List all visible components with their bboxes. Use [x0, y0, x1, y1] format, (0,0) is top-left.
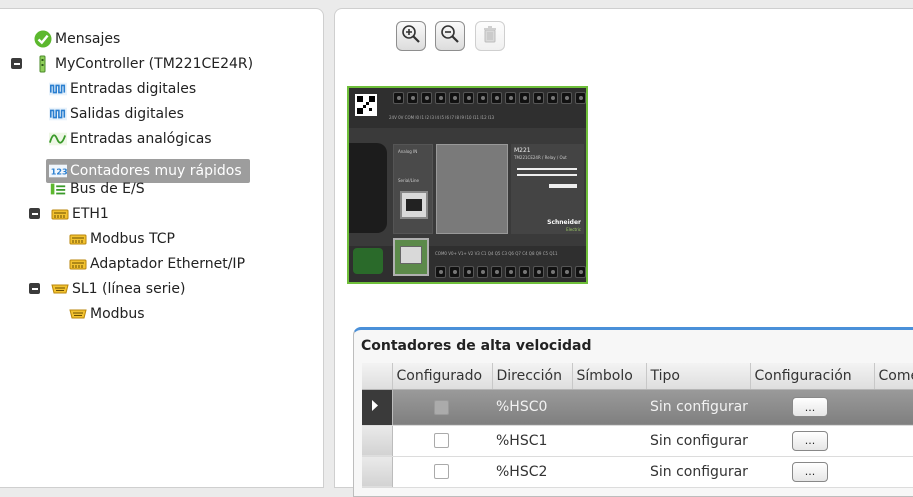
tree-item-label: Mensajes [55, 31, 121, 47]
tree-item-label: Salidas digitales [70, 106, 184, 122]
tree-item-label: ETH1 [72, 206, 109, 222]
serial-line-label: Serial/Line [398, 178, 420, 183]
ethernet-port-icon [69, 230, 87, 248]
comment-cell[interactable] [874, 389, 913, 426]
column-header-configuration[interactable]: Configuración [750, 363, 875, 390]
tree-item-digital-outputs[interactable]: Salidas digitales [49, 102, 184, 126]
configure-button[interactable]: ... [792, 461, 828, 482]
configure-button[interactable]: ... [792, 430, 828, 451]
column-header-symbol[interactable]: Símbolo [572, 363, 647, 390]
digital-output-icon [49, 105, 67, 123]
tree-item-digital-inputs[interactable]: Entradas digitales [49, 77, 196, 101]
tree-item-label: Bus de E/S [70, 181, 145, 197]
tree-item-controller[interactable]: MyController (TM221CE24R) [34, 52, 253, 76]
tree-item-label: Modbus TCP [90, 231, 175, 247]
table-row[interactable]: %HSC1 Sin configurar ... [362, 425, 913, 457]
column-header-comment[interactable]: Come [874, 363, 913, 390]
tree-item-label: MyController (TM221CE24R) [55, 56, 254, 72]
tree-item-label: SL1 (línea serie) [72, 281, 186, 297]
io-bus-icon [49, 180, 67, 198]
device-tree-panel: Mensajes MyController (TM221CE24R) Entra… [0, 8, 324, 488]
column-header-type[interactable]: Tipo [646, 363, 751, 390]
row-marker[interactable] [362, 425, 393, 457]
ethernet-port-icon [51, 205, 69, 223]
comment-cell[interactable] [874, 456, 913, 488]
tree-item-mensajes[interactable]: Mensajes [34, 27, 120, 51]
top-terminal-labels: 24V 0V COM I0 I1 I2 I3 I4 I5 I6 I7 I8 I9… [389, 115, 495, 120]
analog-input-icon [49, 130, 67, 148]
ethernet-port-icon [69, 255, 87, 273]
zoom-in-icon [401, 24, 421, 48]
symbol-cell[interactable] [572, 425, 646, 457]
tree-item-label: Entradas digitales [70, 81, 197, 97]
tree-item-io-bus[interactable]: Bus de E/S [49, 177, 145, 201]
row-marker[interactable] [362, 389, 393, 426]
main-panel: 24V 0V COM I0 I1 I2 I3 I4 I5 I6 I7 I8 I9… [334, 8, 913, 497]
analog-in-label: Analog IN [398, 149, 418, 154]
configure-button[interactable]: ... [792, 397, 828, 417]
zoom-out-icon [440, 24, 460, 48]
address-cell: %HSC1 [492, 425, 572, 457]
plc-device-image[interactable]: 24V 0V COM I0 I1 I2 I3 I4 I5 I6 I7 I8 I9… [347, 86, 588, 284]
serial-port-icon [51, 280, 69, 298]
side-module-icon [353, 248, 383, 274]
ethernet-jack-icon [393, 238, 429, 276]
zoom-in-button[interactable] [396, 21, 426, 51]
qr-code-icon [355, 94, 377, 116]
table-header-row: Configurado Dirección Símbolo Tipo Confi… [362, 363, 913, 390]
digital-input-icon [49, 80, 67, 98]
trash-icon [481, 25, 499, 47]
tree-item-sl1[interactable]: SL1 (línea serie) [51, 277, 185, 301]
column-header-address[interactable]: Dirección [492, 363, 573, 390]
configured-checkbox[interactable] [433, 464, 449, 479]
collapse-toggle-icon[interactable] [11, 58, 22, 69]
comment-cell[interactable] [874, 425, 913, 457]
symbol-cell[interactable] [572, 456, 646, 488]
checkmark-icon [34, 30, 52, 48]
side-connector [349, 143, 387, 233]
tree-item-modbus-tcp[interactable]: Modbus TCP [69, 227, 175, 251]
configured-checkbox[interactable] [433, 399, 449, 415]
type-cell: Sin configurar [646, 456, 750, 488]
rj45-serial-port-icon [400, 191, 428, 219]
delete-button[interactable] [475, 21, 505, 51]
plc-model-label: M221 [514, 147, 531, 154]
symbol-cell[interactable] [572, 389, 646, 426]
tree-item-modbus[interactable]: Modbus [69, 302, 145, 326]
hsc-table: Configurado Dirección Símbolo Tipo Confi… [362, 363, 913, 488]
top-terminal-block [393, 92, 586, 106]
expansion-slot-cover [436, 144, 508, 234]
column-header-configured[interactable]: Configurado [392, 363, 493, 390]
zoom-out-button[interactable] [435, 21, 465, 51]
collapse-toggle-icon[interactable] [29, 208, 40, 219]
tree-item-analog-inputs[interactable]: Entradas analógicas [49, 127, 212, 151]
bottom-terminal-block [435, 266, 586, 280]
tree-item-ethernet-ip-adapter[interactable]: Adaptador Ethernet/IP [69, 252, 245, 276]
table-row[interactable]: %HSC0 Sin configurar ... [362, 389, 913, 426]
brand-sub-label: Electric [566, 227, 581, 232]
type-cell: Sin configurar [646, 389, 750, 426]
address-cell: %HSC0 [492, 389, 572, 426]
address-cell: %HSC2 [492, 456, 572, 488]
row-marker-header [362, 363, 393, 390]
tree-item-label: Adaptador Ethernet/IP [90, 256, 246, 272]
serial-port-icon [69, 305, 87, 323]
plc-ref-label: TM221CE24R / Relay / Out [514, 155, 567, 160]
tree-item-eth1[interactable]: ETH1 [51, 202, 109, 226]
configured-checkbox[interactable] [433, 433, 449, 448]
current-row-arrow-icon [372, 399, 378, 411]
type-cell: Sin configurar [646, 425, 750, 457]
brand-label: Schneider [547, 219, 581, 226]
row-marker[interactable] [362, 456, 393, 488]
hsc-section: Contadores de alta velocidad Configurado… [353, 327, 913, 497]
tree-item-label: Modbus [90, 306, 145, 322]
collapse-toggle-icon[interactable] [29, 283, 40, 294]
bottom-terminal-labels: COM0 V0+ V1+ V2 V3 C1 Q4 Q5 C3 Q6 Q7 C4 … [435, 251, 558, 256]
table-row[interactable]: %HSC2 Sin configurar ... [362, 456, 913, 488]
controller-icon [34, 55, 52, 73]
section-title: Contadores de alta velocidad [361, 338, 592, 354]
svg-text:123: 123 [51, 167, 67, 177]
tree-item-label: Entradas analógicas [70, 131, 212, 147]
